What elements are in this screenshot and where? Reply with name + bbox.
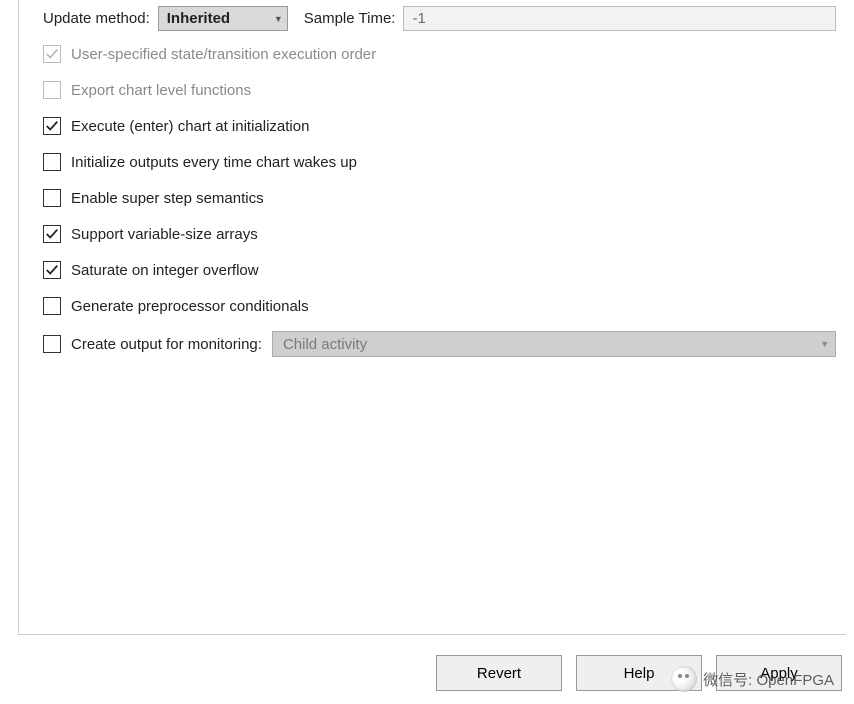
checkbox[interactable]: [43, 189, 61, 207]
button-bar: Revert Help Apply: [0, 643, 854, 691]
monitor-row: Create output for monitoring: Child acti…: [43, 331, 836, 357]
checkbox-label: Support variable-size arrays: [71, 226, 258, 243]
checkbox: [43, 81, 61, 99]
update-method-dropdown[interactable]: Inherited ▼: [158, 6, 288, 31]
checkbox[interactable]: [43, 261, 61, 279]
checkbox-label: Execute (enter) chart at initialization: [71, 118, 309, 135]
check-row: Generate preprocessor conditionals: [43, 295, 836, 317]
check-row: Execute (enter) chart at initialization: [43, 115, 836, 137]
monitoring-dropdown: Child activity ▼: [272, 331, 836, 357]
settings-panel: Update method: Inherited ▼ Sample Time: …: [18, 0, 846, 635]
checkbox: [43, 45, 61, 63]
checkbox-label: Saturate on integer overflow: [71, 262, 259, 279]
check-row: Support variable-size arrays: [43, 223, 836, 245]
top-row: Update method: Inherited ▼ Sample Time:: [43, 6, 836, 31]
apply-button[interactable]: Apply: [716, 655, 842, 691]
update-method-label: Update method:: [43, 10, 150, 27]
sample-time-label: Sample Time:: [304, 10, 396, 27]
check-row: Initialize outputs every time chart wake…: [43, 151, 836, 173]
check-row: Saturate on integer overflow: [43, 259, 836, 281]
chevron-down-icon: ▼: [820, 339, 829, 349]
checkbox-label: Enable super step semantics: [71, 190, 264, 207]
checkbox[interactable]: [43, 117, 61, 135]
create-output-monitoring-label: Create output for monitoring:: [71, 336, 262, 353]
checkbox[interactable]: [43, 225, 61, 243]
sample-time-input[interactable]: [403, 6, 836, 31]
check-row: User-specified state/transition executio…: [43, 43, 836, 65]
help-button[interactable]: Help: [576, 655, 702, 691]
checkbox[interactable]: [43, 297, 61, 315]
checkbox-label: Export chart level functions: [71, 82, 251, 99]
check-row: Enable super step semantics: [43, 187, 836, 209]
checkbox[interactable]: [43, 153, 61, 171]
monitoring-dropdown-value: Child activity: [283, 336, 367, 353]
update-method-value: Inherited: [167, 10, 230, 27]
checkbox-label: Generate preprocessor conditionals: [71, 298, 309, 315]
checkbox-label: Initialize outputs every time chart wake…: [71, 154, 357, 171]
check-row: Export chart level functions: [43, 79, 836, 101]
create-output-monitoring-checkbox[interactable]: [43, 335, 61, 353]
revert-button[interactable]: Revert: [436, 655, 562, 691]
chevron-down-icon: ▼: [274, 14, 283, 24]
checkbox-label: User-specified state/transition executio…: [71, 46, 376, 63]
